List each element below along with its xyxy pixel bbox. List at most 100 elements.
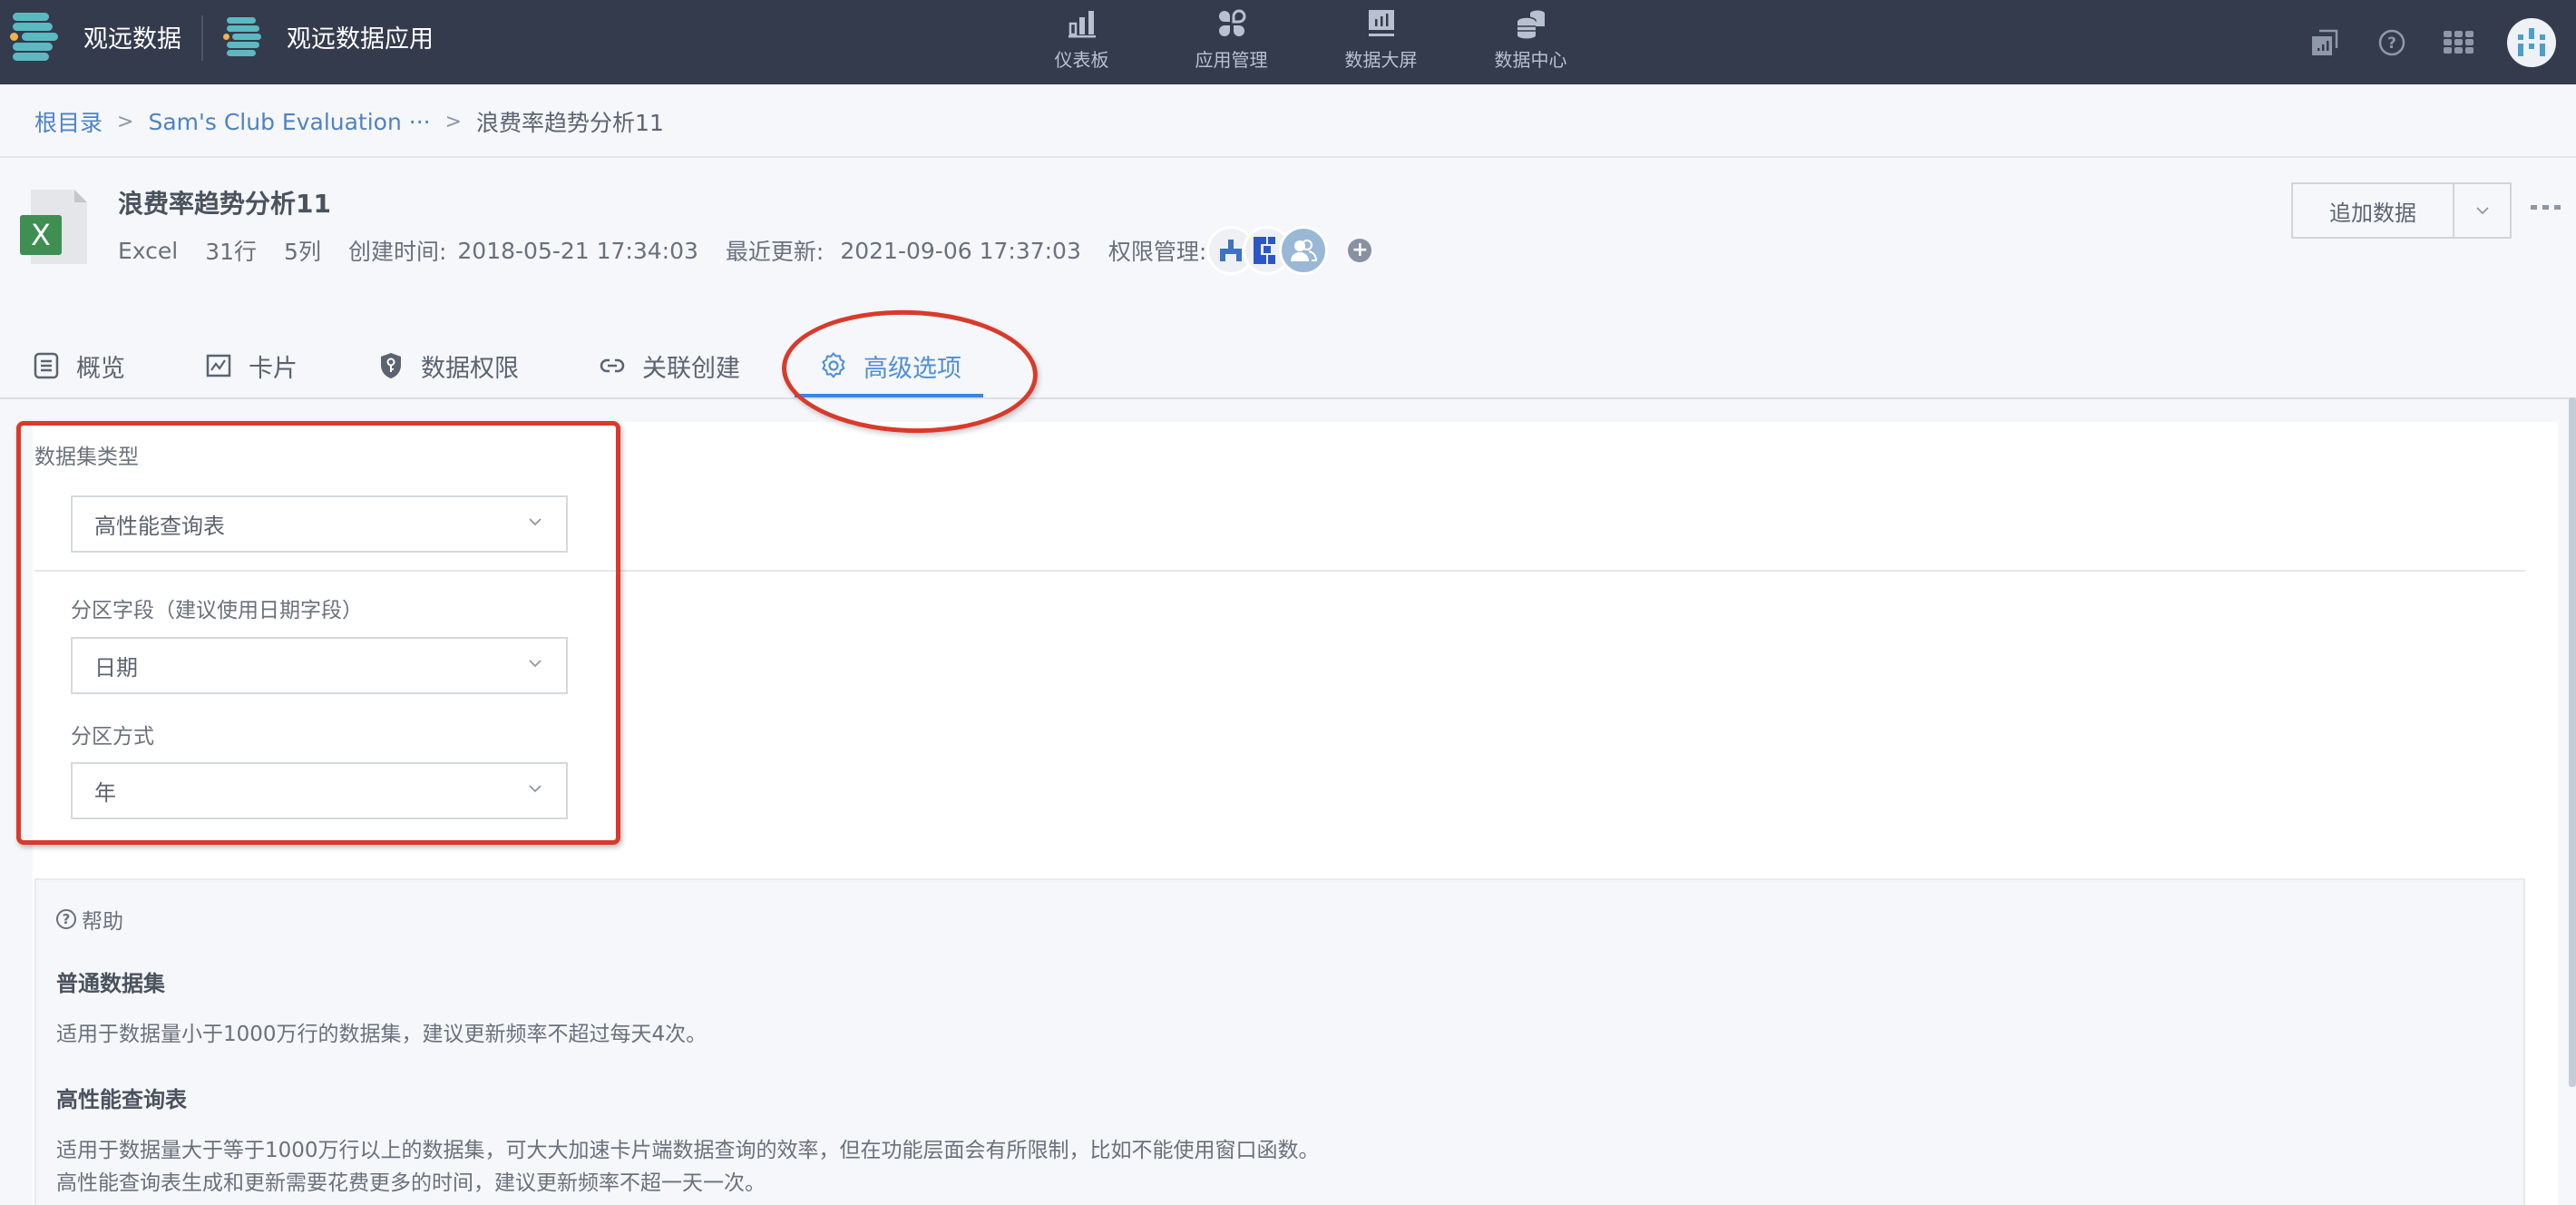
help-icon: ? bbox=[2378, 29, 2405, 55]
breadcrumb: 根目录 > Sam's Club Evaluation ··· > 浪费率趋势分… bbox=[34, 102, 664, 142]
permission-group-avatar[interactable] bbox=[1279, 226, 1329, 275]
nav-app-management[interactable]: 应用管理 bbox=[1156, 0, 1306, 84]
nav-data-center-label: 数据中心 bbox=[1494, 49, 1567, 71]
help-header: ? 帮助 bbox=[56, 904, 123, 935]
pixel-avatar-icon bbox=[1220, 240, 1243, 261]
dataset-type-label: 数据集类型 bbox=[34, 446, 139, 469]
nav-big-screen-label: 数据大屏 bbox=[1344, 49, 1418, 71]
add-data-split-button: 追加数据 bbox=[2291, 182, 2512, 239]
user-avatar[interactable] bbox=[2507, 17, 2556, 67]
tab-overview-label: 概览 bbox=[76, 354, 125, 383]
reports-button[interactable] bbox=[2291, 15, 2358, 70]
breadcrumb-divider bbox=[0, 156, 2576, 158]
chart-card-icon bbox=[205, 352, 232, 379]
partition-field-label: 分区字段（建议使用日期字段） bbox=[71, 599, 363, 622]
tab-data-permissions-label: 数据权限 bbox=[421, 354, 519, 383]
tab-cards-label: 卡片 bbox=[249, 354, 298, 383]
excel-file-icon: X bbox=[20, 186, 93, 268]
dataset-type-value: 高性能查询表 bbox=[94, 514, 225, 539]
add-data-button[interactable]: 追加数据 bbox=[2293, 184, 2454, 237]
breadcrumb-folder[interactable]: Sam's Club Evaluation ··· bbox=[148, 109, 430, 135]
app-logo-icon bbox=[223, 15, 265, 57]
brand-label: 观远数据 bbox=[83, 24, 181, 54]
database-icon bbox=[1513, 5, 1549, 42]
partition-field-select[interactable]: 日期 bbox=[71, 637, 568, 694]
apps-grid-button[interactable] bbox=[2425, 15, 2493, 70]
partition-mode-select[interactable]: 年 bbox=[71, 762, 568, 819]
help-title: 帮助 bbox=[82, 910, 123, 934]
help-section-text: 适用于数据量大于等于1000万行以上的数据集，可大大加速卡片端数据查询的效率，但… bbox=[56, 1139, 1320, 1162]
pixel-avatar-icon bbox=[1254, 237, 1276, 264]
app-grid-icon bbox=[1214, 5, 1250, 42]
app-switch[interactable]: 观远数据应用 bbox=[223, 0, 434, 73]
brand-divider bbox=[201, 15, 203, 61]
help-button[interactable]: ? bbox=[2358, 15, 2425, 70]
tab-bar: 概览 卡片 数据权限 关联创建 高级选项 bbox=[33, 336, 1041, 399]
updated-value: 2021-09-06 17:37:03 bbox=[840, 237, 1081, 264]
nav-big-screen[interactable]: 数据大屏 bbox=[1306, 0, 1456, 84]
nav-data-center[interactable]: 数据中心 bbox=[1456, 0, 1605, 84]
chevron-down-icon bbox=[2475, 207, 2489, 215]
updated-label: 最近更新: bbox=[725, 239, 825, 265]
help-section-text: 适用于数据量小于1000万行的数据集，建议更新频率不超过每天4次。 bbox=[56, 1023, 707, 1046]
svg-text:X: X bbox=[31, 218, 51, 252]
created-label: 创建时间: bbox=[347, 239, 447, 265]
svg-text:?: ? bbox=[2387, 34, 2396, 53]
tab-linked-create[interactable]: 关联创建 bbox=[599, 336, 740, 396]
link-icon bbox=[599, 352, 626, 379]
apps-grid-icon bbox=[2444, 30, 2474, 54]
partition-field-value: 日期 bbox=[94, 655, 138, 681]
tab-advanced-options[interactable]: 高级选项 bbox=[795, 336, 983, 399]
shield-key-icon bbox=[377, 352, 405, 379]
nav-dashboard[interactable]: 仪表板 bbox=[1007, 0, 1156, 84]
tab-linked-create-label: 关联创建 bbox=[642, 354, 740, 383]
partition-mode-label: 分区方式 bbox=[71, 725, 154, 749]
main-nav: 仪表板 应用管理 数据大屏 数据中心 bbox=[1007, 0, 1605, 84]
dataset-type-select[interactable]: 高性能查询表 bbox=[71, 495, 568, 553]
app-label: 观远数据应用 bbox=[287, 24, 434, 54]
help-circle-icon: ? bbox=[56, 909, 76, 929]
help-section-heading: 高性能查询表 bbox=[56, 1087, 187, 1112]
brand-home[interactable]: 观远数据 bbox=[10, 0, 181, 73]
document-icon bbox=[33, 352, 60, 379]
row-count: 31行 bbox=[205, 239, 258, 265]
more-options-button[interactable] bbox=[2531, 205, 2561, 210]
reports-icon bbox=[2312, 29, 2338, 55]
help-panel: ? 帮助 普通数据集 适用于数据量小于1000万行的数据集，建议更新频率不超过每… bbox=[34, 878, 2525, 1205]
chevron-down-icon bbox=[529, 518, 542, 526]
tab-overview[interactable]: 概览 bbox=[33, 336, 125, 396]
partition-mode-value: 年 bbox=[94, 780, 116, 806]
tab-cards[interactable]: 卡片 bbox=[205, 336, 298, 396]
add-data-dropdown-button[interactable] bbox=[2454, 184, 2510, 237]
guandata-logo-icon bbox=[10, 11, 63, 62]
file-type: Excel bbox=[118, 237, 179, 264]
created-value: 2018-05-21 17:34:03 bbox=[457, 237, 698, 264]
tab-advanced-options-label: 高级选项 bbox=[864, 354, 961, 383]
tab-divider bbox=[0, 397, 2576, 399]
permission-label: 权限管理: bbox=[1107, 239, 1207, 265]
add-permission-button[interactable]: + bbox=[1348, 239, 1372, 262]
breadcrumb-current: 浪费率趋势分析11 bbox=[476, 110, 664, 136]
help-section-heading: 普通数据集 bbox=[56, 971, 165, 996]
permission-avatars bbox=[1206, 226, 1329, 275]
nav-right: ? bbox=[2291, 0, 2576, 84]
breadcrumb-separator: > bbox=[444, 110, 463, 133]
top-nav: 观远数据 观远数据应用 仪表板 应用管理 数据大屏 数据中心 ? bbox=[0, 0, 2576, 84]
chevron-down-icon bbox=[529, 660, 542, 668]
tab-data-permissions[interactable]: 数据权限 bbox=[377, 336, 519, 396]
nav-app-management-label: 应用管理 bbox=[1195, 49, 1268, 71]
user-group-icon bbox=[1291, 240, 1318, 261]
breadcrumb-separator: > bbox=[117, 110, 134, 133]
gear-icon bbox=[820, 352, 847, 379]
breadcrumb-root[interactable]: 根目录 bbox=[34, 105, 102, 138]
chevron-down-icon bbox=[529, 785, 542, 793]
dataset-title: 浪费率趋势分析11 bbox=[118, 189, 331, 219]
page-scrollbar[interactable] bbox=[2569, 397, 2576, 1087]
section-divider bbox=[34, 570, 2525, 572]
big-screen-icon bbox=[1363, 5, 1400, 42]
help-section-text: 高性能查询表生成和更新需要花费更多的时间，建议更新频率不超一天一次。 bbox=[56, 1171, 766, 1195]
user-avatar-icon bbox=[2518, 27, 2545, 56]
bar-chart-icon bbox=[1064, 5, 1100, 42]
dataset-meta: Excel 31行 5列 创建时间: 2018-05-21 17:34:03 最… bbox=[118, 226, 1372, 275]
nav-dashboard-label: 仪表板 bbox=[1054, 49, 1109, 71]
